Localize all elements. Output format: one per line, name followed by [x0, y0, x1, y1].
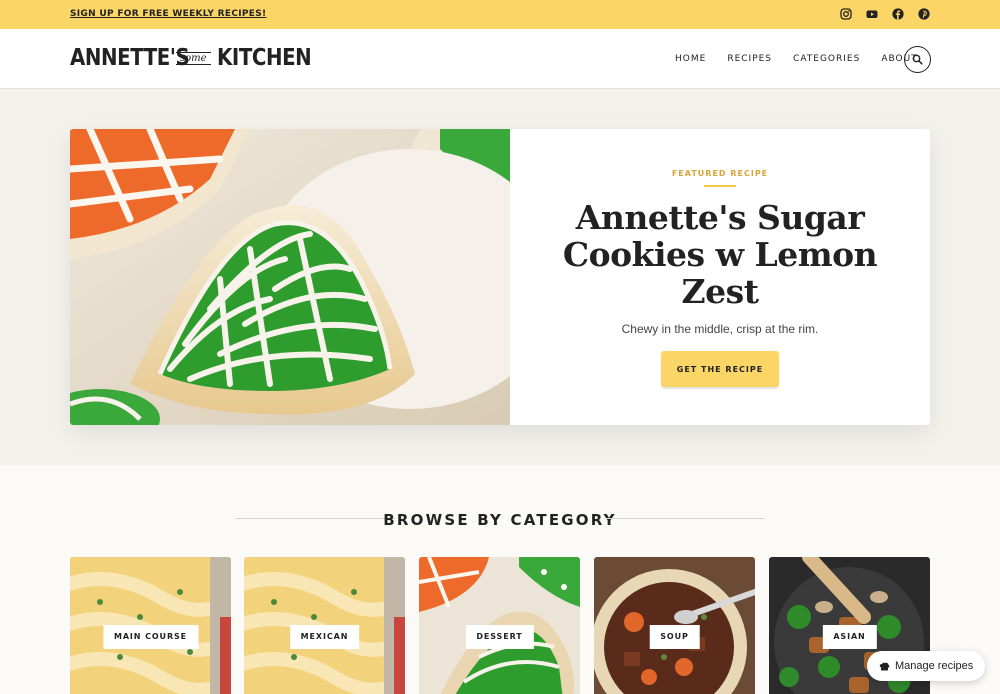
signup-link[interactable]: SIGN UP FOR FREE WEEKLY RECIPES!	[70, 9, 266, 19]
category-label: DESSERT	[465, 625, 534, 649]
category-card-mexican[interactable]: MEXICAN	[244, 557, 405, 694]
category-label: SOUP	[649, 625, 700, 649]
title-rule-right	[605, 518, 765, 519]
category-label: MAIN COURSE	[102, 625, 199, 649]
featured-recipe-title[interactable]: Annette's Sugar Cookies w Lemon Zest	[550, 199, 890, 310]
get-recipe-button[interactable]: GET THE RECIPE	[661, 351, 779, 387]
manage-recipes-label: Manage recipes	[895, 660, 974, 672]
featured-eyebrow: FEATURED RECIPE	[671, 169, 769, 178]
featured-recipe-text: FEATURED RECIPE Annette's Sugar Cookies …	[510, 129, 930, 425]
youtube-icon[interactable]	[866, 7, 878, 19]
browse-title: BROWSE BY CATEGORY	[383, 511, 617, 529]
logo-word-kitchen: KITCHEN	[216, 45, 312, 71]
facebook-icon[interactable]	[892, 7, 904, 20]
site-logo[interactable]: ANNETTE'S some KITCHEN	[70, 45, 326, 71]
nav-recipes[interactable]: RECIPES	[727, 54, 772, 64]
site-header: ANNETTE'S some KITCHEN HOME RECIPES CATE…	[0, 29, 1000, 89]
announcement-bar: SIGN UP FOR FREE WEEKLY RECIPES!	[0, 0, 1000, 29]
manage-recipes-button[interactable]: Manage recipes	[867, 651, 985, 681]
category-card-main-course[interactable]: MAIN COURSE	[70, 557, 231, 694]
pinterest-icon[interactable]	[918, 7, 930, 20]
category-card-dessert[interactable]: DESSERT	[419, 557, 580, 694]
nav-categories[interactable]: CATEGORIES	[793, 54, 860, 64]
featured-recipe-subtitle: Chewy in the middle, crisp at the rim.	[621, 322, 819, 336]
hero-section: FEATURED RECIPE Annette's Sugar Cookies …	[0, 90, 1000, 465]
browse-section: BROWSE BY CATEGORY MAIN COURSE MEXICAN D…	[0, 465, 1000, 694]
logo-word-annettes: ANNETTE'S	[70, 45, 190, 71]
search-icon	[912, 54, 923, 65]
main-nav: HOME RECIPES CATEGORIES ABOUT	[675, 54, 918, 64]
featured-recipe-image[interactable]	[70, 129, 560, 425]
category-card-soup[interactable]: SOUP	[594, 557, 755, 694]
category-label: MEXICAN	[289, 625, 360, 649]
eyebrow-underline	[704, 185, 736, 187]
featured-recipe-card: FEATURED RECIPE Annette's Sugar Cookies …	[70, 129, 930, 425]
nav-home[interactable]: HOME	[675, 54, 706, 64]
social-links	[840, 7, 930, 20]
instagram-icon[interactable]	[840, 7, 852, 20]
chef-hat-icon	[879, 662, 890, 670]
search-button[interactable]	[904, 46, 931, 73]
category-label: ASIAN	[822, 625, 877, 649]
